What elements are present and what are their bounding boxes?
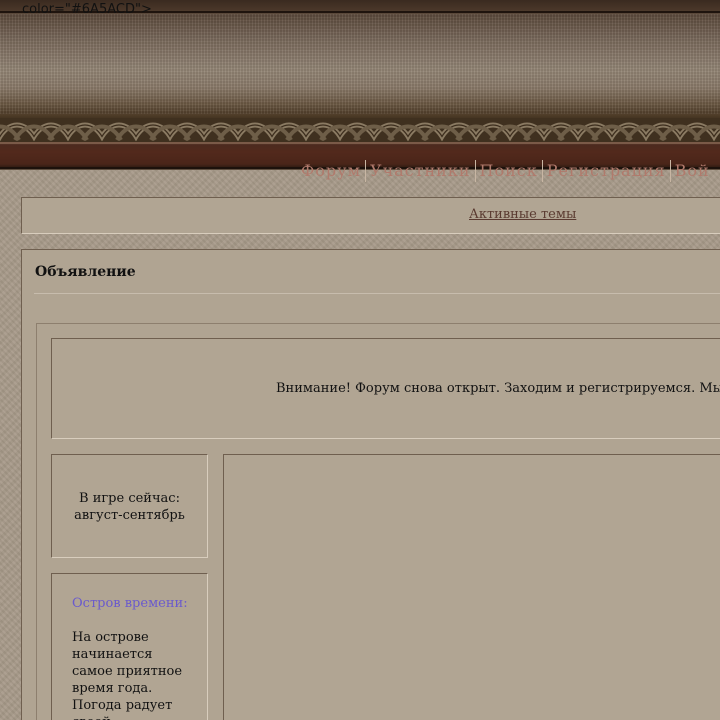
content-area <box>223 454 720 720</box>
notice-text: Внимание! Форум снова открыт. Заходим и … <box>276 381 720 396</box>
announcement-title: Объявление <box>35 264 136 280</box>
header-banner: color="#6A5ACD"> <box>0 0 720 170</box>
nav-members-link[interactable]: Участники <box>366 159 474 183</box>
nav-register-link[interactable]: Регистрация <box>543 159 670 183</box>
braid-ornament <box>0 118 720 142</box>
announcement-divider <box>34 293 720 294</box>
active-topics-link[interactable]: Активные темы <box>469 207 576 222</box>
banner-border-mid <box>0 142 720 144</box>
season-label: В игре сейчас: <box>79 491 180 506</box>
top-navigation: Форум Участники Поиск Регистрация Вой <box>297 159 714 183</box>
season-box: В игре сейчас: август-сентябрь <box>51 454 208 558</box>
nav-login-link[interactable]: Вой <box>671 159 714 183</box>
island-box: Остров времени: На острове начинается са… <box>51 573 208 720</box>
banner-texture <box>0 14 720 114</box>
nav-search-link[interactable]: Поиск <box>476 159 542 183</box>
island-title: Остров времени: <box>72 596 188 611</box>
nav-forum-link[interactable]: Форум <box>297 159 365 183</box>
season-text: В игре сейчас: август-сентябрь <box>52 490 207 524</box>
season-value: август-сентябрь <box>74 508 185 523</box>
island-description: На острове начинается самое приятное вре… <box>72 630 183 720</box>
stray-code-text: color="#6A5ACD"> <box>22 2 152 17</box>
active-topics-bar: Активные темы <box>21 197 720 234</box>
notice-box: Внимание! Форум снова открыт. Заходим и … <box>51 338 720 439</box>
